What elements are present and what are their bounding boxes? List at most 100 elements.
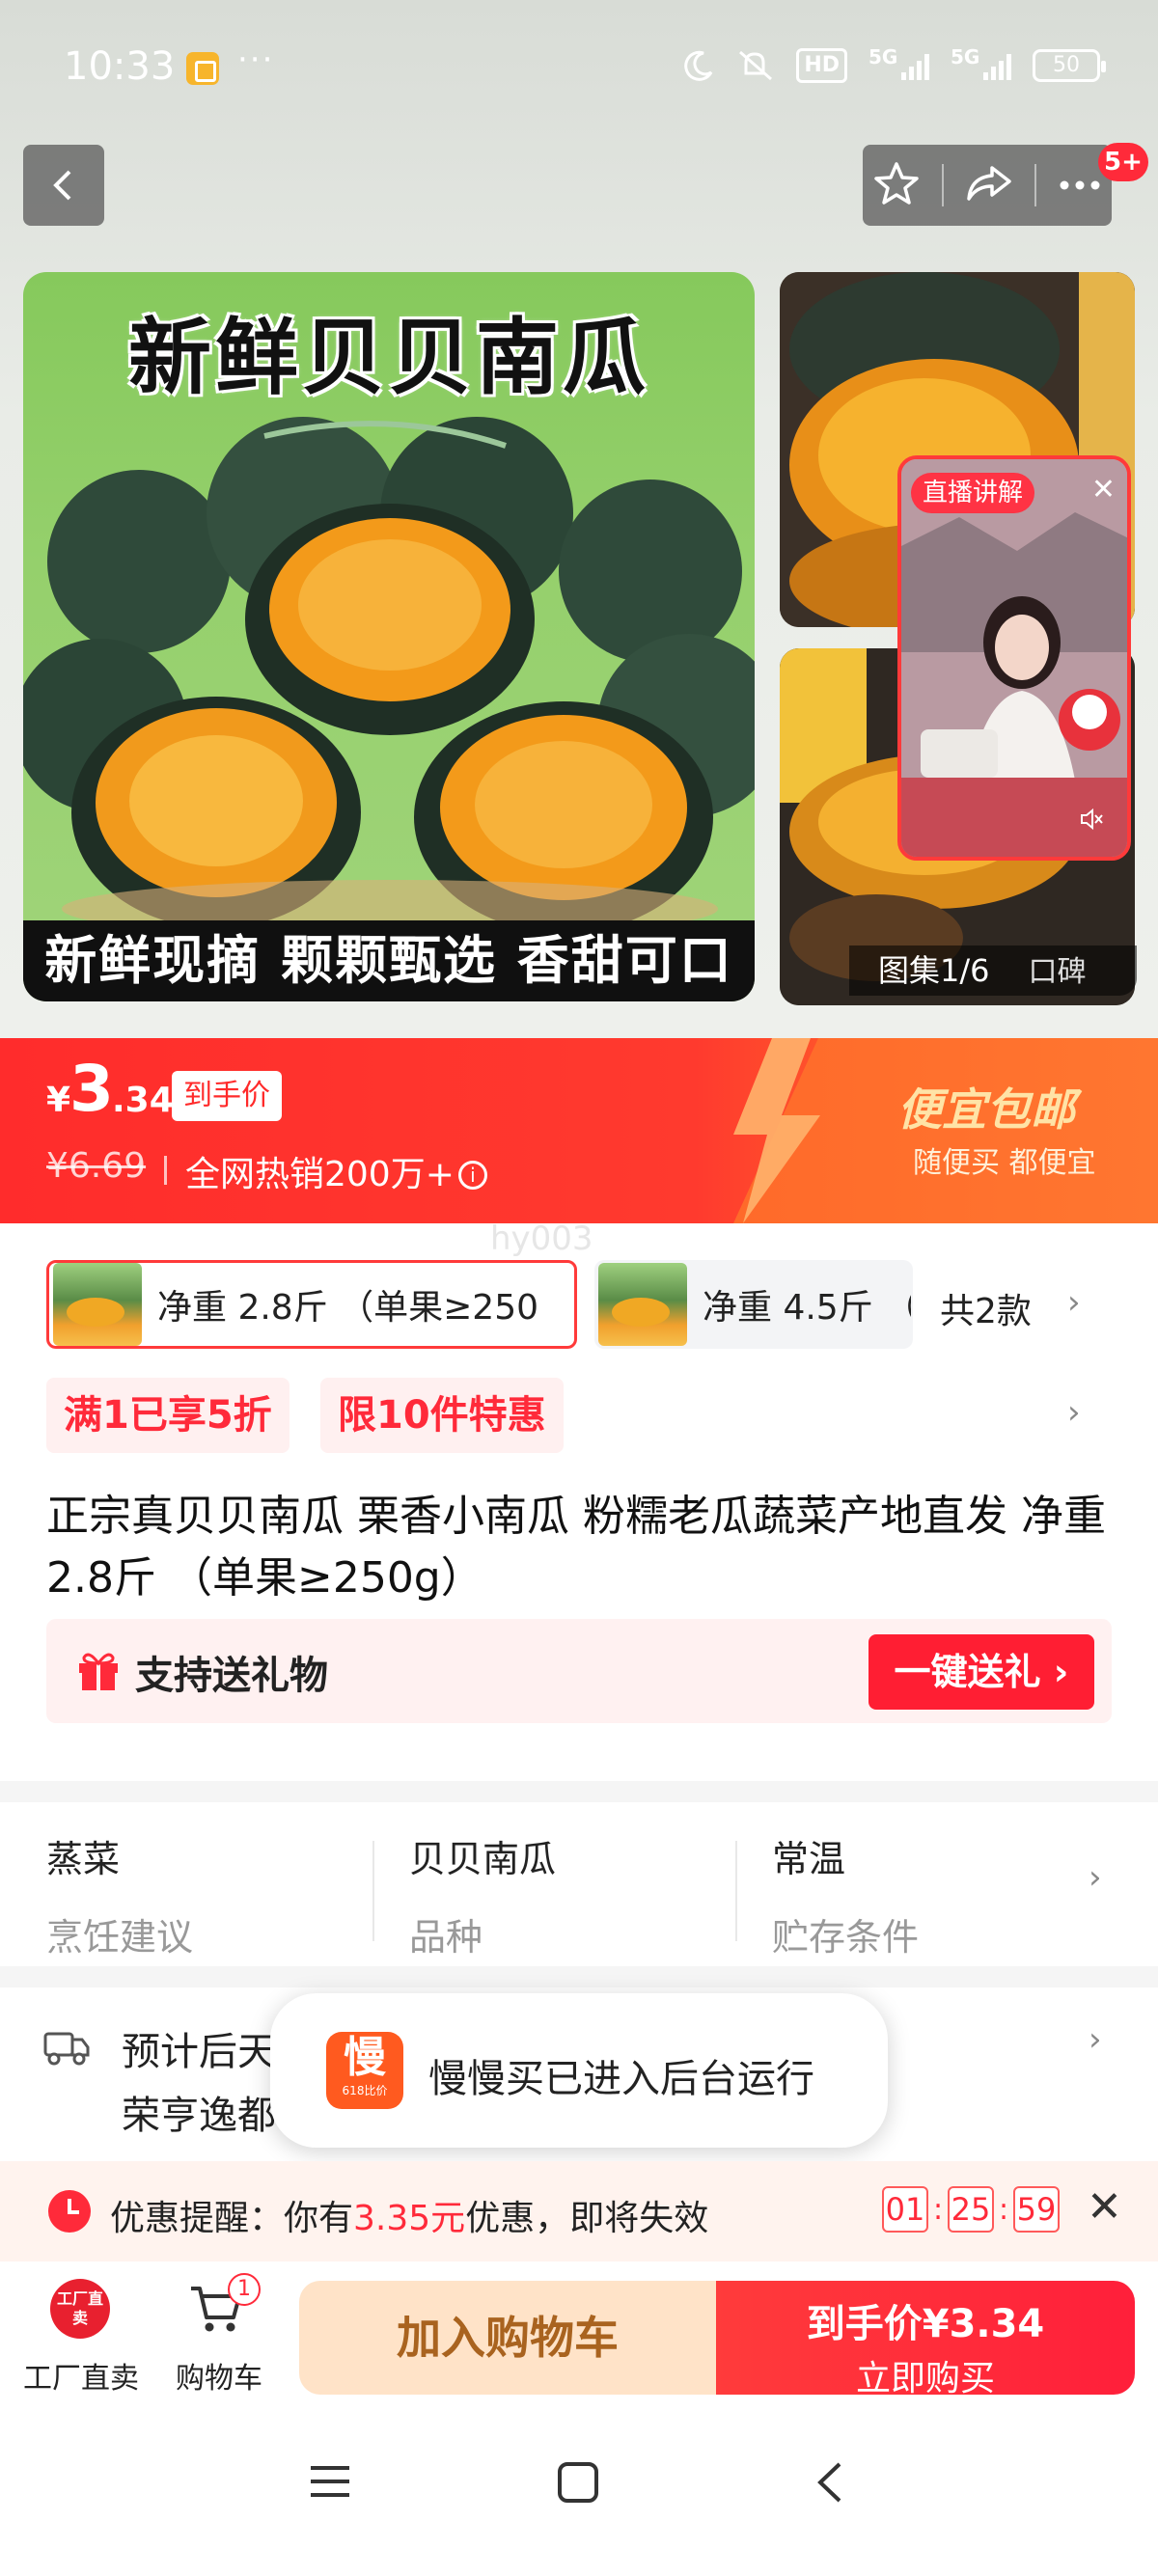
network-label-1: 5G: [868, 45, 898, 69]
live-stream-window[interactable]: 直播讲解 ✕: [897, 455, 1131, 861]
chevron-left-icon: [53, 170, 71, 201]
more-notifications-icon: ···: [237, 41, 275, 79]
gift-label: 支持送礼物: [135, 1654, 328, 1698]
chevron-right-icon[interactable]: ›: [1089, 2020, 1102, 2059]
buy-price: 到手价¥3.34: [806, 2302, 1045, 2346]
variant-count[interactable]: 共2款: [940, 1283, 1032, 1333]
gallery-count-label: 图集1/6: [878, 952, 990, 989]
toast-message: 慢慢买已进入后台运行: [428, 2057, 814, 2101]
spec-row[interactable]: 蒸菜 烹饪建议 贝贝南瓜 品种 常温 贮存条件 ›: [0, 1802, 1158, 1966]
home-icon[interactable]: [556, 2460, 600, 2505]
system-navigation-bar: [0, 2406, 1158, 2576]
chevron-right-icon[interactable]: ›: [1067, 1283, 1081, 1322]
sales-count[interactable]: 全网热销200万+ i: [185, 1146, 487, 1196]
truck-icon: [43, 2032, 90, 2066]
section-divider: [0, 1781, 1158, 1802]
variant-option-1[interactable]: 净重 2.8斤 （单果≥250: [46, 1260, 577, 1349]
spec-item: 常温 贮存条件: [772, 1829, 1100, 1960]
product-title: 正宗真贝贝南瓜 栗香小南瓜 粉糯老瓜蔬菜产地直发 净重 2.8斤 （单果≥250…: [46, 1492, 1106, 1603]
final-price-tag: 到手价: [172, 1071, 282, 1121]
network-label-2: 5G: [951, 45, 980, 69]
favorite-button[interactable]: [873, 160, 920, 210]
bottom-action-bar: 工厂直卖 工厂直卖 1 购物车 加入购物车 到手价¥3.34 立即购买: [0, 2261, 1158, 2406]
variant-thumbnail: [53, 1263, 142, 1346]
lightning-icon: [733, 1038, 820, 1223]
factory-direct-label[interactable]: 工厂直卖: [23, 2354, 139, 2397]
back-button[interactable]: [23, 145, 104, 226]
spec-key: 品种: [409, 1916, 483, 1959]
more-dots-icon: [1060, 180, 1100, 189]
gift-icon: [79, 1653, 118, 1690]
close-live-button[interactable]: ✕: [1091, 473, 1116, 507]
image-headline: 新鲜贝贝南瓜: [128, 310, 649, 406]
promo-title: 便宜包邮: [897, 1083, 1075, 1136]
moon-icon: [682, 48, 715, 83]
battery-icon: 50: [1033, 49, 1106, 82]
nav-toolbar: [863, 145, 1112, 226]
gift-bar: 支持送礼物 一键送礼 ›: [46, 1619, 1112, 1723]
speaker-muted-icon[interactable]: [1079, 807, 1104, 837]
limited-offer-pill[interactable]: 限10件特惠: [320, 1378, 564, 1453]
spec-item: 贝贝南瓜 品种: [409, 1829, 737, 1960]
spec-key: 烹饪建议: [46, 1916, 194, 1959]
price-integer: 3: [69, 1052, 114, 1126]
reminder-prefix: 优惠提醒：你有: [110, 2199, 354, 2238]
cart-label[interactable]: 购物车: [176, 2354, 262, 2397]
close-icon[interactable]: ✕: [1087, 2182, 1122, 2232]
reminder-suffix: 优惠，即将失效: [465, 2199, 709, 2238]
app-logo-subtext: 618比价: [342, 2084, 388, 2097]
app-logo-text: 慢: [344, 2033, 386, 2082]
timer-colon: :: [932, 2192, 944, 2227]
send-gift-button[interactable]: 一键送礼 ›: [868, 1634, 1094, 1710]
clock-icon: [48, 2190, 91, 2233]
timer-minutes: 25: [948, 2186, 994, 2233]
spec-value: 贝贝南瓜: [409, 1838, 557, 1880]
timer-hours: 01: [882, 2186, 928, 2233]
toolbar-divider: [941, 164, 944, 206]
variant-thumbnail: [598, 1263, 687, 1346]
menu-icon[interactable]: [307, 2460, 353, 2503]
spec-item: 蒸菜 烹饪建议: [46, 1829, 374, 1960]
add-to-cart-button[interactable]: 加入购物车: [299, 2281, 716, 2395]
chevron-right-icon[interactable]: ›: [1067, 1393, 1081, 1432]
share-icon: [967, 166, 1011, 201]
reminder-text: 优惠提醒：你有3.35元优惠，即将失效: [110, 2190, 708, 2240]
image-banner: 新鲜现摘 颗颗甄选 香甜可口: [23, 920, 755, 1001]
presenter-image: [901, 459, 1127, 857]
main-product-image[interactable]: 新鲜贝贝南瓜 新鲜现摘 颗颗甄选 香甜可口: [23, 272, 755, 1001]
signal-icon-1: 5G: [868, 45, 929, 80]
more-button[interactable]: [1059, 177, 1101, 195]
variant-option-2[interactable]: 净重 4.5斤 （: [594, 1260, 913, 1349]
spec-divider: [735, 1841, 737, 1941]
gallery-counter[interactable]: 图集1/6 口碑: [849, 945, 1137, 996]
price-decimal: .34: [112, 1081, 174, 1120]
toolbar-divider: [1034, 164, 1037, 206]
live-label: 直播讲解: [911, 473, 1035, 513]
sales-text: 全网热销200万+: [185, 1155, 455, 1194]
discount-pill[interactable]: 满1已享5折: [46, 1378, 290, 1453]
reviews-tab[interactable]: 口碑: [1029, 955, 1087, 989]
factory-direct-icon[interactable]: 工厂直卖: [50, 2279, 110, 2339]
original-price: ¥6.69: [46, 1146, 147, 1186]
cart-count-badge: 1: [228, 2273, 261, 2306]
share-button[interactable]: [965, 162, 1013, 208]
back-icon[interactable]: [811, 2460, 849, 2505]
info-icon[interactable]: i: [457, 1161, 487, 1190]
delivery-estimate: 预计后天: [122, 2030, 276, 2074]
coupon-reminder-bar: 优惠提醒：你有3.35元优惠，即将失效 01 : 25 : 59 ✕: [0, 2161, 1158, 2261]
buy-label: 立即购买: [855, 2359, 995, 2398]
chevron-right-icon[interactable]: ›: [1089, 1858, 1102, 1897]
spec-value: 蒸菜: [46, 1838, 121, 1880]
price-divider: [164, 1156, 167, 1185]
hd-icon: HD: [796, 48, 847, 83]
star-icon: [874, 162, 919, 205]
buy-now-button[interactable]: 到手价¥3.34 立即购买: [716, 2281, 1135, 2398]
timer-colon: :: [998, 2192, 1009, 2227]
status-bar: 10:33 ··· HD 5G 5G 50: [0, 0, 1158, 135]
spec-value: 常温: [772, 1838, 846, 1880]
variant-label: 净重 4.5斤 （: [703, 1288, 911, 1328]
section-divider: [0, 1966, 1158, 1987]
status-time: 10:33: [64, 44, 176, 89]
delivery-address: 荣亨逸都: [122, 2094, 276, 2138]
signal-icon-2: 5G: [951, 45, 1011, 80]
